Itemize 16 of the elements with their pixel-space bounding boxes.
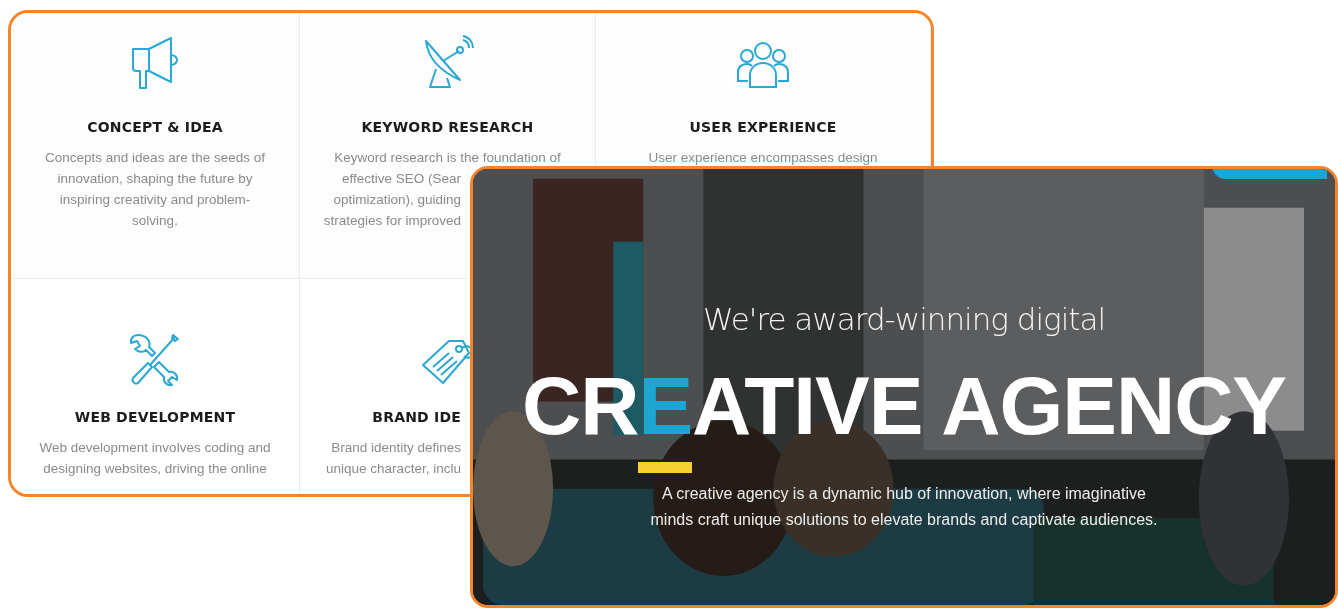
wrench-screwdriver-icon <box>128 333 182 387</box>
hero-headline: CREATIVE AGENCY <box>521 361 1287 478</box>
service-description: Keyword research is the foundation of effective SEO (Sear optimization), guiding strategies for improved <box>322 149 562 230</box>
users-icon <box>736 41 790 91</box>
service-description: User experience encompasses design <box>647 149 879 167</box>
service-description: Web development involves coding and designing websites, driving the online <box>38 439 272 478</box>
hero-kicker: We're award-winning digital <box>702 301 1106 337</box>
service-title: KEYWORD RESEARCH <box>361 119 534 135</box>
service-title: CONCEPT & IDEA <box>87 119 223 135</box>
service-description: Concepts and ideas are the seeds of innovation, shaping the future by inspiring creativity and problem- solving. <box>44 149 266 230</box>
service-title: BRAND IDE <box>371 409 462 425</box>
service-title: USER EXPERIENCE <box>689 119 837 135</box>
service-description: Brand identity defines unique character, inclu <box>324 439 462 478</box>
hero-description: A creative agency is a dynamic hub of innovation, where imaginative minds craft unique solutions to elevate brands and captivate audiences. <box>650 484 1158 531</box>
megaphone-icon <box>130 35 180 91</box>
service-title: WEB DEVELOPMENT <box>74 409 236 425</box>
